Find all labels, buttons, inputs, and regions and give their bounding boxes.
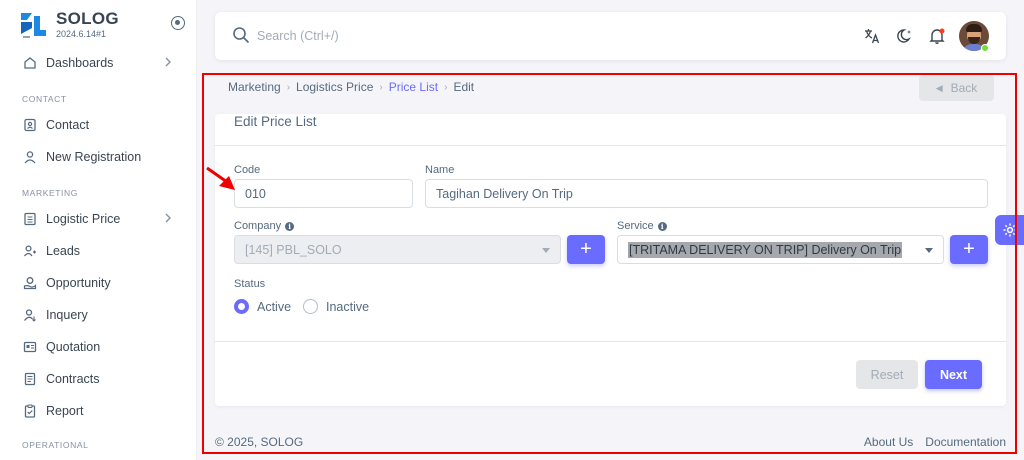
user-plus-icon xyxy=(22,243,38,259)
service-label-text: Service xyxy=(617,220,654,232)
status-option-label: Inactive xyxy=(326,299,370,314)
translate-icon[interactable] xyxy=(862,26,882,46)
divider xyxy=(215,341,1006,342)
name-input[interactable] xyxy=(425,179,988,208)
sidebar-item-inquery[interactable]: Inquery xyxy=(22,304,182,326)
sidebar-item-label: Inquery xyxy=(46,308,88,322)
brand-name: SOLOG xyxy=(56,9,119,28)
service-select[interactable]: [TRITAMA DELIVERY ON TRIP] Delivery On T… xyxy=(617,235,944,264)
section-label-contact: CONTACT xyxy=(22,94,67,104)
divider xyxy=(215,145,1006,146)
user-icon xyxy=(22,149,38,165)
status-radio-inactive[interactable]: Inactive xyxy=(303,299,369,314)
code-input[interactable] xyxy=(234,179,413,208)
company-select[interactable]: [145] PBL_SOLO xyxy=(234,235,561,264)
chevron-right-icon xyxy=(164,56,172,71)
add-company-button[interactable]: + xyxy=(567,235,605,264)
status-option-label: Active xyxy=(257,299,292,314)
settings-customizer-button[interactable] xyxy=(995,215,1024,245)
sidebar-item-label: Leads xyxy=(46,244,81,258)
sidebar-item-label: Contracts xyxy=(46,372,100,386)
chevron-right-icon xyxy=(164,212,172,227)
user-arrow-icon xyxy=(22,307,38,323)
clipboard-icon xyxy=(22,403,38,419)
chevron-right-icon: › xyxy=(286,81,291,93)
name-label: Name xyxy=(425,164,455,176)
solog-logo xyxy=(21,13,46,38)
service-selected-value: [TRITAMA DELIVERY ON TRIP] Delivery On T… xyxy=(628,241,903,258)
caret-left-icon: ◀ xyxy=(935,82,943,93)
company-label: Company i xyxy=(234,220,295,232)
breadcrumb: Marketing › Logistics Price › Price List… xyxy=(228,80,474,94)
breadcrumb-price-list[interactable]: Price List xyxy=(389,80,438,94)
annotation-arrow-icon xyxy=(206,166,235,190)
footer-about-link[interactable]: About Us xyxy=(864,435,913,449)
hand-coin-icon xyxy=(22,275,38,291)
id-card-icon xyxy=(22,339,38,355)
sidebar: SOLOG 2024.6.14#1 Dashboards CONTACT Con… xyxy=(0,0,197,460)
sidebar-item-report[interactable]: Report xyxy=(22,400,182,422)
chevron-right-icon: › xyxy=(379,81,383,93)
brand[interactable]: SOLOG 2024.6.14#1 xyxy=(18,8,188,44)
sidebar-item-label: New Registration xyxy=(46,150,142,164)
sidebar-item-label: Contact xyxy=(46,118,90,132)
company-selected-value: [145] PBL_SOLO xyxy=(245,242,342,257)
sidebar-item-opportunity[interactable]: Opportunity xyxy=(22,272,182,294)
sidebar-item-contracts[interactable]: Contracts xyxy=(22,368,182,390)
sidebar-item-quotation[interactable]: Quotation xyxy=(22,336,182,358)
sidebar-item-contact[interactable]: Contact xyxy=(22,114,182,136)
search-input[interactable] xyxy=(257,26,657,46)
radio-unchecked-icon[interactable] xyxy=(303,299,318,314)
edit-price-list-card: Edit Price List Code Name Company i [145… xyxy=(215,114,1006,406)
chevron-right-icon: › xyxy=(444,81,448,93)
footer-documentation-link[interactable]: Documentation xyxy=(925,435,1006,449)
sidebar-toggle-icon[interactable] xyxy=(171,16,185,30)
breadcrumb-marketing[interactable]: Marketing xyxy=(228,80,281,94)
reset-button[interactable]: Reset xyxy=(856,360,918,389)
section-label-operational: OPERATIONAL xyxy=(22,440,89,450)
add-service-button[interactable]: + xyxy=(950,235,988,264)
footer-links: About Us Documentation xyxy=(864,435,1006,449)
section-label-marketing: MARKETING xyxy=(22,188,78,198)
sidebar-item-new-registration[interactable]: New Registration xyxy=(22,146,182,168)
info-icon: i xyxy=(285,221,295,231)
sidebar-item-dashboards[interactable]: Dashboards xyxy=(22,52,182,74)
sidebar-item-logistic-price[interactable]: Logistic Price xyxy=(22,208,182,230)
sidebar-item-label: Logistic Price xyxy=(46,212,121,226)
online-status-dot xyxy=(981,44,989,52)
search-icon[interactable] xyxy=(232,26,250,49)
brand-version: 2024.6.14#1 xyxy=(56,29,107,39)
back-button-label: Back xyxy=(950,81,978,95)
sidebar-item-label: Report xyxy=(46,404,84,418)
breadcrumb-edit: Edit xyxy=(453,80,475,94)
radio-checked-icon[interactable] xyxy=(234,299,249,314)
sidebar-item-label: Quotation xyxy=(46,340,101,354)
sidebar-item-label: Dashboards xyxy=(46,56,114,70)
sidebar-item-leads[interactable]: Leads xyxy=(22,240,182,262)
back-button[interactable]: ◀ Back xyxy=(919,75,994,101)
status-label: Status xyxy=(234,278,266,290)
next-button[interactable]: Next xyxy=(925,360,982,389)
breadcrumb-logistics-price[interactable]: Logistics Price xyxy=(296,80,373,94)
gear-icon xyxy=(1003,223,1016,237)
home-icon xyxy=(22,55,38,71)
company-label-text: Company xyxy=(234,220,282,232)
topbar xyxy=(215,12,1006,60)
footer-copyright: © 2025, SOLOG xyxy=(215,435,304,449)
status-radio-active[interactable]: Active xyxy=(234,299,291,314)
chevron-down-icon xyxy=(542,248,550,253)
list-icon xyxy=(22,211,38,227)
chevron-down-icon xyxy=(925,248,933,253)
info-icon: i xyxy=(657,221,667,231)
document-icon xyxy=(22,371,38,387)
moon-icon[interactable] xyxy=(895,26,915,46)
service-label: Service i xyxy=(617,220,667,232)
card-title: Edit Price List xyxy=(234,114,317,129)
sidebar-item-label: Opportunity xyxy=(46,276,111,290)
bell-icon[interactable] xyxy=(927,26,947,46)
contact-card-icon xyxy=(22,117,38,133)
